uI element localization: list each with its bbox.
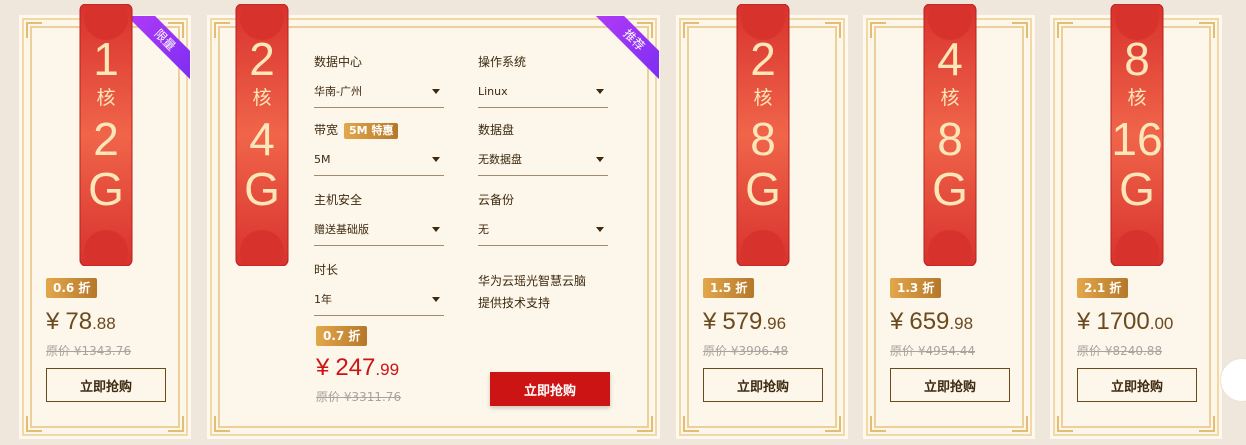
mem-unit: G <box>1119 163 1155 215</box>
plan-card-1c2g: 限量 1 核 2 G 0.6 折 ¥78.88 原价 ¥1343.76 立即抢购 <box>22 4 190 436</box>
mem-value: 16 <box>1111 113 1163 165</box>
duration-field: 时长 1年 <box>314 260 444 316</box>
price: ¥247.99 <box>316 354 400 381</box>
plan-card-2c8g: 2 核 8 G 1.5 折 ¥579.96 原价 ¥3996.48 立即抢购 <box>679 4 845 436</box>
original-price: 原价 ¥4954.44 <box>890 344 976 358</box>
cores-unit: 核 <box>1127 88 1147 109</box>
duration-select[interactable]: 1年 <box>314 290 444 316</box>
cores-value: 1 <box>93 33 119 85</box>
price: ¥659.98 <box>890 308 974 335</box>
cores-unit: 核 <box>96 88 116 109</box>
price: ¥78.88 <box>46 308 116 335</box>
plan-card-2c4g: 推荐 2 核 4 G 数据中心 华南-广州 操作系统 Linux 带宽 5M 特惠… <box>210 4 659 436</box>
os-select[interactable]: Linux <box>478 82 608 108</box>
cores-value: 2 <box>249 33 275 85</box>
bandwidth-field: 带宽 5M 特惠 5M <box>314 120 444 176</box>
discount-badge: 0.7 折 <box>316 326 368 346</box>
mem-value: 2 <box>93 113 119 165</box>
bandwidth-select[interactable]: 5M <box>314 150 444 176</box>
original-price: 原价 ¥8240.88 <box>1077 344 1163 358</box>
cores-value: 2 <box>750 33 776 85</box>
chevron-down-icon <box>596 227 604 232</box>
disk-select[interactable]: 无数据盘 <box>478 150 608 176</box>
mem-unit: G <box>932 163 968 215</box>
mem-unit: G <box>745 163 781 215</box>
buy-button[interactable]: 立即抢购 <box>490 372 610 406</box>
buy-button[interactable]: 立即抢购 <box>1077 368 1197 402</box>
floating-help-button[interactable] <box>1220 358 1246 402</box>
os-field: 操作系统 Linux <box>478 52 608 108</box>
spec-banner: 4 核 8 G <box>920 4 980 266</box>
original-price: 原价 ¥3311.76 <box>316 390 402 404</box>
chevron-down-icon <box>432 227 440 232</box>
spec-banner: 8 核 16 G <box>1107 4 1167 266</box>
discount-badge: 1.3 折 <box>890 278 942 298</box>
discount-badge: 1.5 折 <box>703 278 755 298</box>
chevron-down-icon <box>432 89 440 94</box>
buy-button[interactable]: 立即抢购 <box>46 368 166 402</box>
chevron-down-icon <box>432 297 440 302</box>
disk-field: 数据盘 无数据盘 <box>478 120 608 176</box>
cores-unit: 核 <box>753 88 773 109</box>
plan-card-4c8g: 4 核 8 G 1.3 折 ¥659.98 原价 ¥4954.44 立即抢购 <box>866 4 1032 436</box>
mem-value: 4 <box>249 113 275 165</box>
chevron-down-icon <box>596 157 604 162</box>
bandwidth-promo-badge: 5M 特惠 <box>344 123 399 139</box>
cores-unit: 核 <box>940 88 960 109</box>
backup-select[interactable]: 无 <box>478 220 608 246</box>
spec-banner: 2 核 4 G <box>232 4 292 266</box>
cores-value: 8 <box>1124 33 1150 85</box>
backup-field: 云备份 无 <box>478 190 608 246</box>
discount-badge: 0.6 折 <box>46 278 98 298</box>
security-select[interactable]: 赠送基础版 <box>314 220 444 246</box>
original-price: 原价 ¥1343.76 <box>46 344 132 358</box>
discount-badge: 2.1 折 <box>1077 278 1129 298</box>
buy-button[interactable]: 立即抢购 <box>703 368 823 402</box>
cores-unit: 核 <box>252 88 272 109</box>
spec-banner: 2 核 8 G <box>733 4 793 266</box>
plan-card-8c16g: 8 核 16 G 2.1 折 ¥1700.00 原价 ¥8240.88 立即抢购 <box>1053 4 1219 436</box>
mem-unit: G <box>244 163 280 215</box>
spec-banner: 1 核 2 G <box>76 4 136 266</box>
mem-value: 8 <box>937 113 963 165</box>
buy-button[interactable]: 立即抢购 <box>890 368 1010 402</box>
cores-value: 4 <box>937 33 963 85</box>
security-field: 主机安全 赠送基础版 <box>314 190 444 246</box>
price: ¥1700.00 <box>1077 308 1174 335</box>
price: ¥579.96 <box>703 308 787 335</box>
mem-unit: G <box>88 163 124 215</box>
chevron-down-icon <box>596 89 604 94</box>
datacenter-select[interactable]: 华南-广州 <box>314 82 444 108</box>
mem-value: 8 <box>750 113 776 165</box>
original-price: 原价 ¥3996.48 <box>703 344 789 358</box>
tech-support-note: 华为云瑶光智慧云脑 提供技术支持 <box>478 274 587 310</box>
datacenter-field: 数据中心 华南-广州 <box>314 52 444 108</box>
chevron-down-icon <box>432 157 440 162</box>
